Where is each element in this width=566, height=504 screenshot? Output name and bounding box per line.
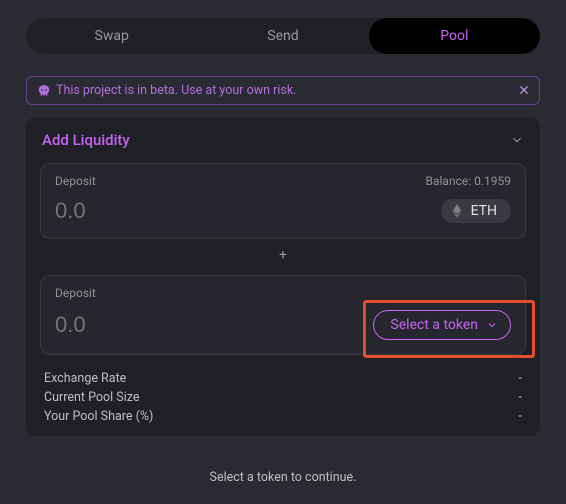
eth-icon [449, 203, 465, 219]
tab-swap[interactable]: Swap [26, 18, 197, 54]
beta-notice: This project is in beta. Use at your own… [26, 76, 540, 105]
deposit1-label: Deposit [55, 174, 96, 188]
deposit1-balance: Balance: 0.1959 [426, 174, 512, 188]
token-symbol: ETH [471, 203, 497, 219]
tab-pool-label: Pool [440, 28, 468, 44]
token-selector-eth[interactable]: ETH [441, 199, 511, 223]
meta-row-exchange-rate: Exchange Rate - [44, 369, 522, 388]
continue-message: Select a token to continue. [26, 470, 540, 485]
tab-send-label: Send [267, 28, 298, 44]
skull-icon [37, 84, 51, 98]
plus-icon: + [40, 239, 526, 263]
meta-row-pool-size: Current Pool Size - [44, 388, 522, 407]
deposit2-label: Deposit [55, 286, 96, 300]
pool-size-label: Current Pool Size [44, 390, 140, 405]
pool-share-value: - [519, 409, 522, 424]
beta-notice-text: This project is in beta. Use at your own… [56, 83, 296, 98]
close-notice-button[interactable] [519, 84, 529, 98]
deposit2-amount-input[interactable] [55, 312, 205, 338]
pool-meta: Exchange Rate - Current Pool Size - Your… [40, 369, 526, 426]
tab-send[interactable]: Send [197, 18, 368, 54]
tab-pool[interactable]: Pool [369, 18, 540, 54]
deposit1-amount-input[interactable] [55, 198, 205, 224]
panel-header: Add Liquidity [40, 131, 526, 151]
meta-row-pool-share: Your Pool Share (%) - [44, 407, 522, 426]
close-icon [519, 83, 529, 99]
deposit-card-2: Deposit Select a token [40, 275, 526, 355]
chevron-down-icon [486, 319, 498, 331]
select-token-button[interactable]: Select a token [373, 310, 511, 340]
exchange-rate-label: Exchange Rate [44, 371, 126, 386]
panel-title: Add Liquidity [42, 131, 130, 149]
chevron-down-icon[interactable] [510, 133, 524, 147]
pool-share-label: Your Pool Share (%) [44, 409, 153, 424]
add-liquidity-panel: Add Liquidity Deposit Balance: 0.1959 ET… [26, 117, 540, 436]
select-token-label: Select a token [390, 317, 478, 333]
pool-size-value: - [519, 390, 522, 405]
exchange-rate-value: - [519, 371, 522, 386]
tab-swap-label: Swap [95, 28, 129, 44]
deposit-card-1: Deposit Balance: 0.1959 ETH [40, 163, 526, 239]
tab-bar: Swap Send Pool [26, 18, 540, 54]
